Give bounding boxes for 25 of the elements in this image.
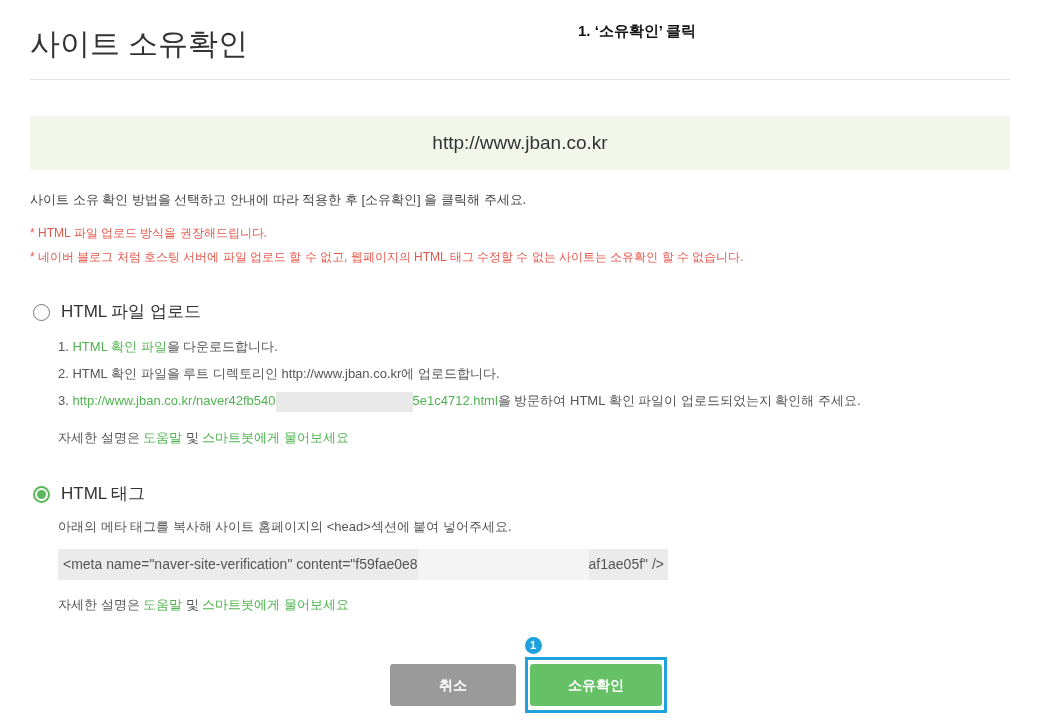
step-badge: 1 xyxy=(524,637,542,654)
instruction-text: 아래의 메타 태그를 복사해 사이트 홈페이지의 <head>섹션에 붙여 넣어주세요. xyxy=(58,518,512,536)
site-url: http://www.jban.co.kr xyxy=(432,130,608,155)
radio-label[interactable]: HTML 파일 업로드 xyxy=(61,299,202,325)
cancel-button[interactable]: 취소 xyxy=(389,664,516,706)
instruction-text: 사이트 소유 확인 방법을 선택하고 안내에 따라 적용한 후 [소유확인] 을 클릭해 주세요. xyxy=(30,191,527,209)
confirm-button[interactable]: 소유확인 xyxy=(529,664,662,706)
help-link[interactable]: 도움말 xyxy=(143,597,183,612)
step-text: 1. HTML 확인 파일 을 다운로드합니다. xyxy=(58,338,278,356)
help-link[interactable]: 도움말 xyxy=(143,430,183,445)
chatbot-link[interactable]: 스마트봇에게 물어보세요 xyxy=(202,597,350,612)
text-link[interactable]: http://www.jban.co.kr/naver42fb540 xyxy=(72,393,276,408)
radio-button[interactable] xyxy=(33,485,50,503)
radio-label[interactable]: HTML 태그 xyxy=(61,481,146,507)
warning-note: * HTML 파일 업로드 방식을 권장해드립니다. xyxy=(30,225,267,242)
step-text: 3. http://www.jban.co.kr/naver42fb540 5e1c4712.html을 방문하여 HTML 확인 파일이 업로드되었는지 확인해 주세요. xyxy=(58,387,861,414)
step-text: 2. HTML 확인 파일을 루트 디렉토리인 http://www.jban.co.kr에 업로드합니다. xyxy=(58,365,500,383)
annotation-label: 1. ‘소유확인’ 클릭 xyxy=(578,21,697,41)
page-title: 사이트 소유확인 xyxy=(30,26,249,62)
chatbot-link[interactable]: 스마트봇에게 물어보세요 xyxy=(202,430,350,445)
help-text: 자세한 설명은 도움말 및 스마트봇에게 물어보세요 xyxy=(58,429,350,447)
warning-note: * 네이버 블로그 처럼 호스팅 서버에 파일 업로드 할 수 없고, 웹페이지의 HTML 태그 수정할 수 없는 사이트는 소유확인 할 수 없습니다. xyxy=(30,249,744,266)
help-text: 자세한 설명은 도움말 및 스마트봇에게 물어보세요 xyxy=(58,596,350,614)
text-link[interactable]: 5e1c4712.html xyxy=(412,393,498,408)
text-link[interactable]: HTML 확인 파일 xyxy=(72,339,167,354)
